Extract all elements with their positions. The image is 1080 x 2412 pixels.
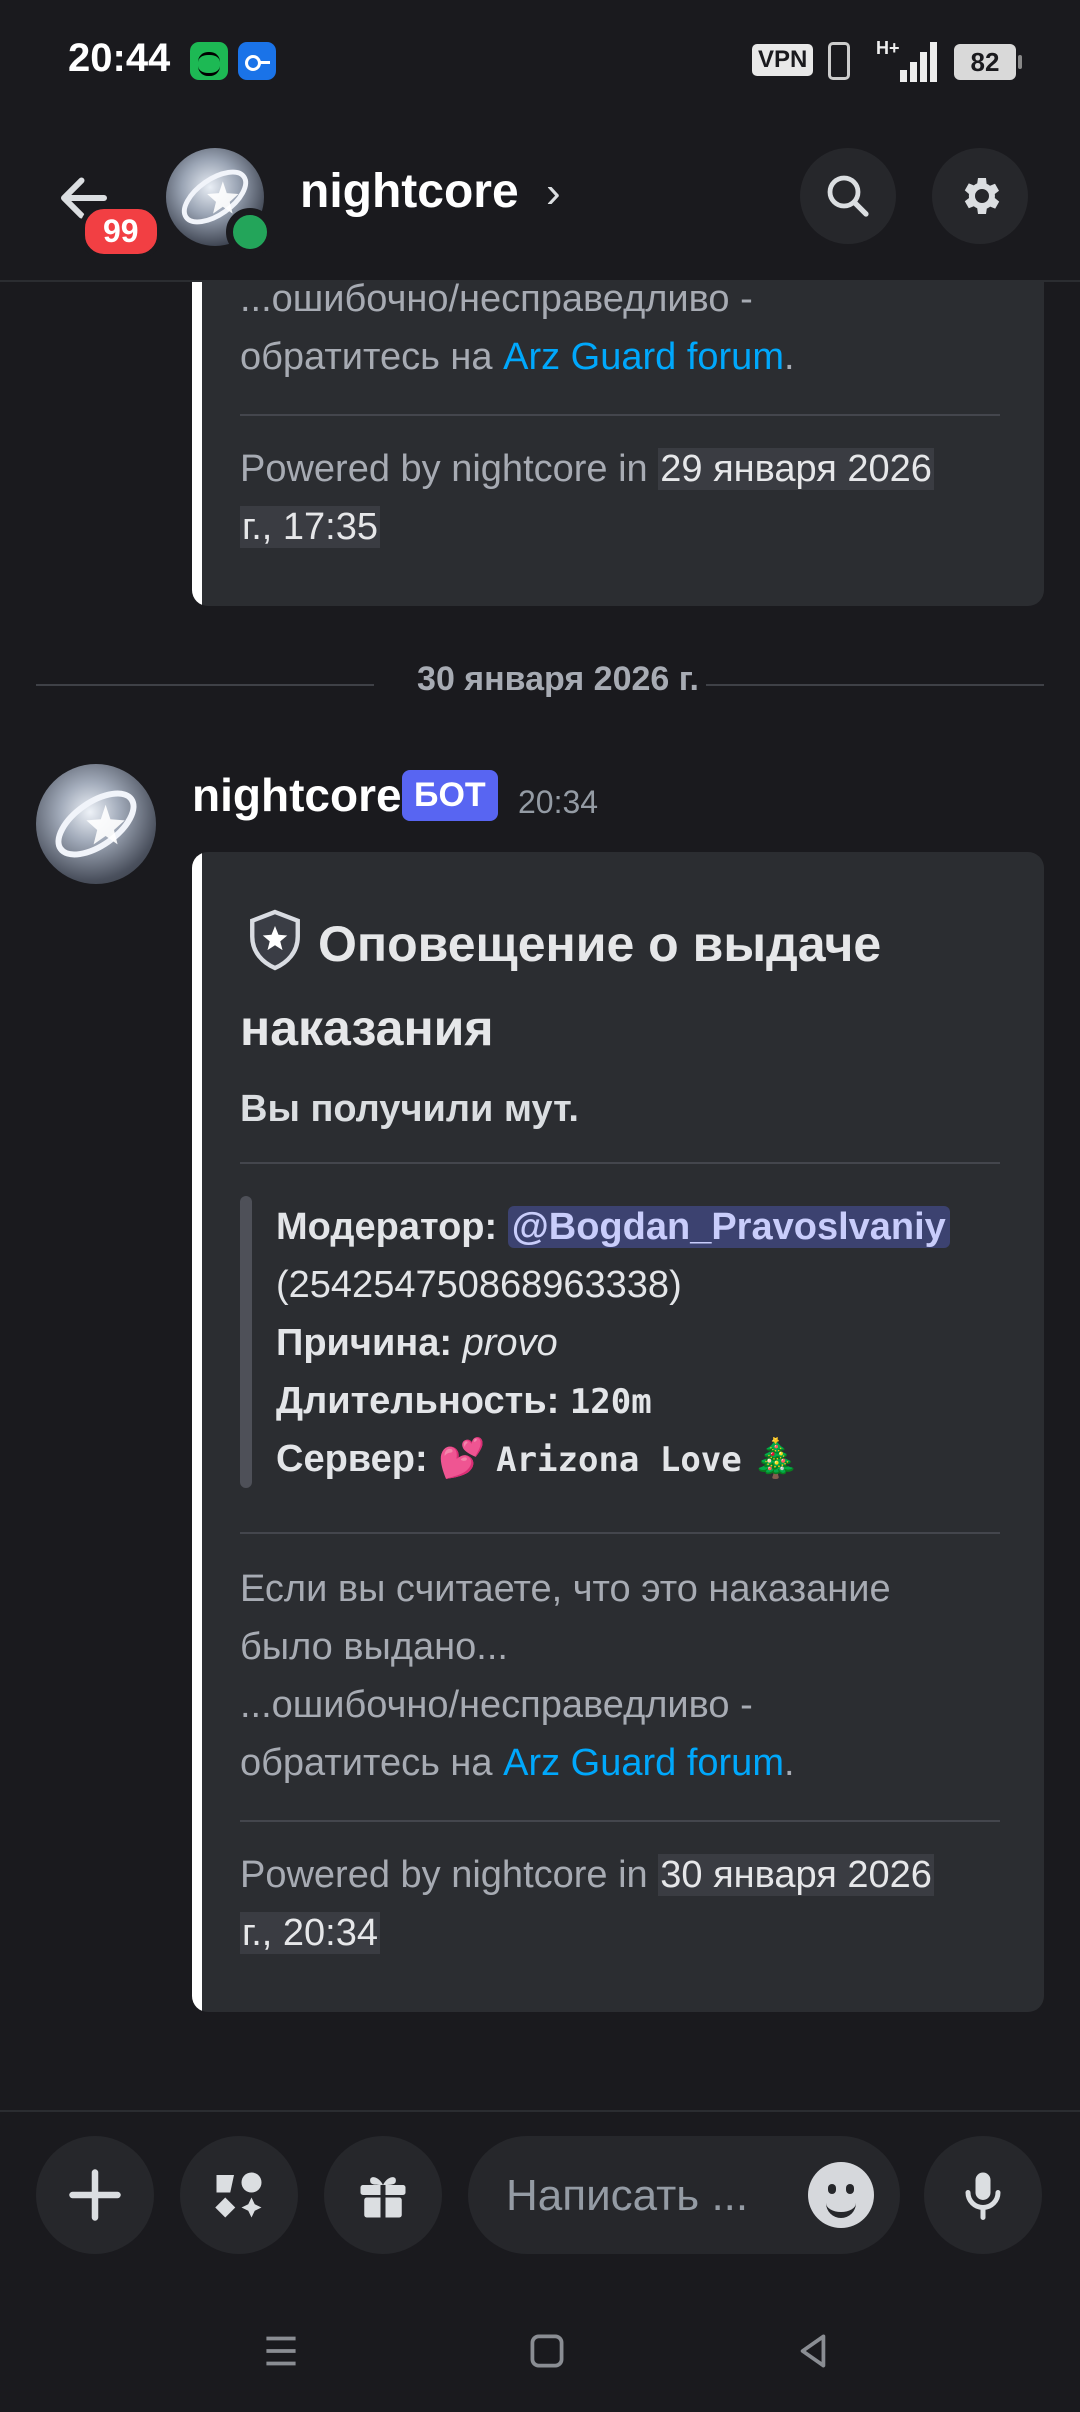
message-time: 20:34 (518, 784, 599, 820)
notice-line4-suffix: . (783, 1742, 795, 1784)
server-label: Сервер: (276, 1438, 428, 1480)
moderator-field: Модератор: @Bogdan_Pravoslvaniy (276, 1198, 950, 1256)
shield-icon (250, 909, 300, 971)
divider (240, 414, 1000, 416)
key-icon (238, 42, 276, 80)
moderator-label: Модератор: (276, 1206, 498, 1248)
punishment-embed: Оповещение о выдаче наказания Вы получил… (192, 852, 1044, 2012)
message-input[interactable] (504, 2136, 808, 2256)
divider-line (706, 684, 1044, 686)
back-nav-icon[interactable] (788, 2326, 838, 2376)
author-avatar[interactable] (36, 764, 156, 884)
prev-embed-line2-suffix: . (783, 336, 795, 378)
message-field[interactable] (468, 2136, 900, 2256)
add-attachment-button[interactable] (36, 2136, 154, 2254)
embed-title-line2: наказания (240, 1000, 494, 1056)
bot-tag: БОТ (402, 770, 498, 821)
notice-line4-prefix: обратитесь на (240, 1742, 504, 1784)
vibrate-icon (828, 42, 850, 80)
date-separator-label: 30 января 2026 г. (417, 660, 699, 698)
moderator-mention[interactable]: @Bogdan_Pravoslvaniy (507, 1206, 950, 1248)
divider (240, 1162, 1000, 1164)
arz-guard-forum-link[interactable]: Arz Guard forum (503, 336, 784, 378)
duration-value: 120m (569, 1382, 652, 1422)
embed-title: Оповещение о выдаче наказания (240, 902, 1000, 1070)
timestamp-chip[interactable]: 29 января 2026 (658, 448, 934, 490)
embed-footer: Powered by nightcore in 30 января 2026 (240, 1846, 934, 1904)
author-name[interactable]: nightcore (192, 768, 402, 822)
gift-button[interactable] (324, 2136, 442, 2254)
previous-embed: ...ошибочно/несправедливо - обратитесь н… (192, 250, 1044, 606)
battery-icon: 82 (954, 44, 1022, 80)
reason-value: provo (462, 1322, 558, 1364)
tree-emoji: 🎄 (752, 1438, 800, 1480)
apps-icon (215, 2172, 262, 2218)
timestamp-chip[interactable]: г., 20:34 (240, 1912, 380, 1954)
plus-icon (69, 2169, 121, 2221)
prev-embed-line2: обратитесь на Arz Guard forum. (240, 328, 795, 386)
search-button[interactable] (800, 148, 896, 244)
notice-line1: Если вы считаете, что это наказание (240, 1568, 891, 1610)
reason-field: Причина: provo (276, 1314, 558, 1372)
footer-prefix: Powered by nightcore in (240, 1854, 659, 1896)
prev-embed-line2-prefix: обратитесь на (240, 336, 504, 378)
home-icon[interactable] (522, 2326, 572, 2376)
divider-line (36, 684, 374, 686)
apps-button[interactable] (180, 2136, 298, 2254)
divider (240, 1820, 1000, 1822)
moderator-id: (254254750868963338) (276, 1264, 682, 1306)
search-icon (827, 175, 869, 217)
server-field: Сервер: 💕 Arizona Love 🎄 (276, 1430, 800, 1489)
signal-icon (894, 42, 938, 82)
unread-badge: 99 (80, 204, 162, 259)
prev-embed-footer-2: г., 17:35 (240, 498, 380, 556)
channel-title[interactable]: nightcore (300, 164, 519, 219)
microphone-icon (965, 2172, 1001, 2220)
timestamp-chip[interactable]: 30 января 2026 (658, 1854, 934, 1896)
gift-icon (360, 2177, 406, 2218)
embed-footer-2: г., 20:34 (240, 1904, 380, 1962)
vpn-icon: VPN (752, 44, 814, 76)
notice-line3: ...ошибочно/несправедливо - (240, 1684, 753, 1726)
embed-title-line1: Оповещение о выдаче (318, 916, 882, 972)
spotify-icon (190, 42, 228, 80)
notice-line4: обратитесь на Arz Guard forum. (240, 1734, 795, 1792)
star-logo-icon (55, 790, 137, 858)
settings-button[interactable] (932, 148, 1028, 244)
hearts-emoji: 💕 (438, 1438, 486, 1480)
arz-guard-forum-link[interactable]: Arz Guard forum (503, 1742, 784, 1784)
chevron-right-icon[interactable]: › (546, 168, 561, 218)
emoji-mouth (826, 2198, 856, 2218)
online-status-indicator (226, 208, 274, 256)
embed-description: Вы получили мут. (240, 1088, 579, 1130)
timestamp-chip[interactable]: г., 17:35 (240, 506, 380, 548)
quote-bar (240, 1196, 252, 1488)
gear-icon (964, 178, 1000, 214)
prev-footer-prefix: Powered by nightcore in (240, 448, 659, 490)
status-bar: 20:44 VPN H+ 82 (0, 0, 1080, 124)
reason-label: Причина: (276, 1322, 453, 1364)
menu-icon[interactable] (256, 2326, 306, 2376)
date-separator: 30 января 2026 г. (36, 660, 1044, 698)
status-time: 20:44 (68, 36, 171, 80)
duration-label: Длительность: (276, 1380, 560, 1422)
divider (240, 1532, 1000, 1534)
server-value: Arizona Love (496, 1440, 742, 1480)
channel-header (0, 124, 1080, 282)
emoji-icon[interactable] (808, 2162, 874, 2228)
duration-field: Длительность: 120m (276, 1372, 652, 1431)
prev-embed-footer: Powered by nightcore in 29 января 2026 (240, 440, 934, 498)
system-nav-bar (0, 2290, 1080, 2412)
voice-message-button[interactable] (924, 2136, 1042, 2254)
notice-line2: было выдано... (240, 1626, 508, 1668)
message-input-bar (0, 2110, 1080, 2292)
